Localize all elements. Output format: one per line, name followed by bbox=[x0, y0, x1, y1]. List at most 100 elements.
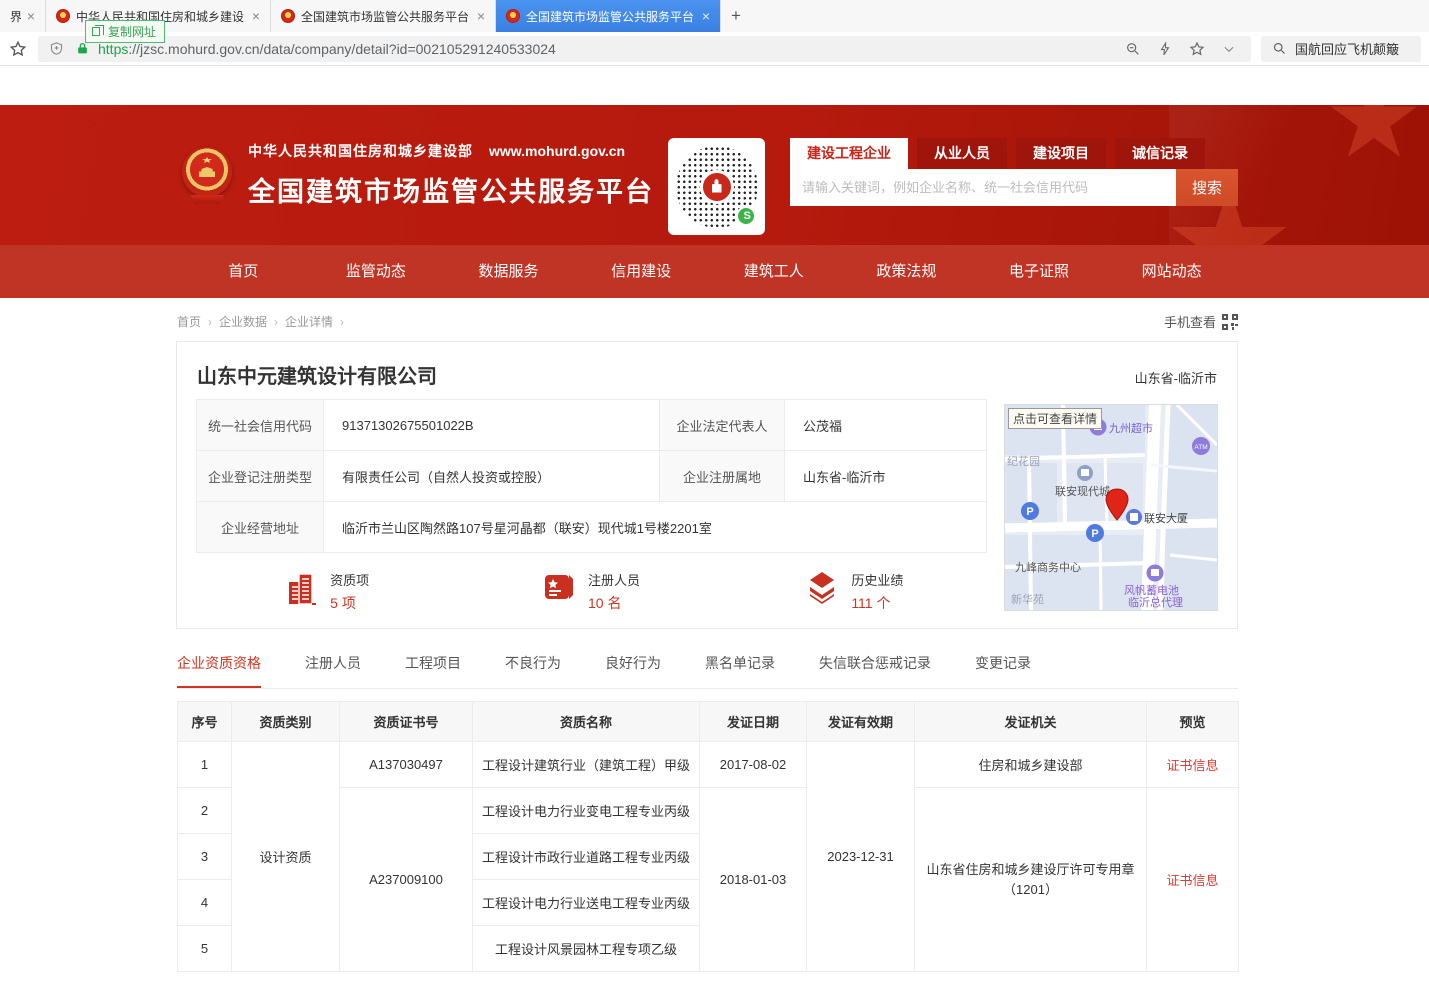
cell-category: 设计资质 bbox=[232, 742, 340, 972]
registration-type-value: 有限责任公司（自然人投资或控股） bbox=[324, 451, 660, 502]
col-cert-no: 资质证书号 bbox=[340, 702, 473, 742]
tab-favicon-icon bbox=[506, 9, 520, 23]
breadcrumb-company-detail[interactable]: 企业详情 bbox=[285, 313, 333, 330]
col-name: 资质名称 bbox=[473, 702, 700, 742]
table-row: 1 设计资质 A137030497 工程设计建筑行业（建筑工程）甲级 2017-… bbox=[178, 742, 1239, 788]
cert-info-link[interactable]: 证书信息 bbox=[1166, 758, 1218, 773]
map-label-biz-center: 九峰商务中心 bbox=[1015, 560, 1081, 574]
tab-close-icon[interactable]: × bbox=[477, 8, 485, 24]
ministry-name: 中华人民共和国住房和城乡建设部www.mohurd.gov.cn bbox=[248, 141, 654, 161]
company-stats: 资质项 5 项 注册人员 10 名 历史业绩 bbox=[196, 570, 986, 613]
company-info-table: 统一社会信用代码 91371302675501022B 企业法定代表人 公茂福 … bbox=[196, 399, 987, 553]
cell-issue-date: 2018-01-03 bbox=[700, 788, 807, 972]
shield-icon[interactable] bbox=[46, 39, 66, 59]
col-authority: 发证机关 bbox=[915, 702, 1147, 742]
business-address-value: 临沂市兰山区陶然路107号星河晶都（联安）现代城1号楼2201室 bbox=[324, 502, 987, 553]
cell-preview: 证书信息 bbox=[1147, 788, 1239, 972]
tab-blacklist[interactable]: 黑名单记录 bbox=[705, 653, 775, 688]
tab-bad-behavior[interactable]: 不良行为 bbox=[505, 653, 561, 688]
stat-value: 111 个 bbox=[851, 593, 903, 613]
nav-item-workers[interactable]: 建筑工人 bbox=[708, 245, 841, 298]
company-location-map[interactable]: 点击可查看详情 bbox=[1004, 404, 1218, 611]
favorite-star-icon[interactable] bbox=[1187, 39, 1207, 59]
lightning-icon[interactable] bbox=[1155, 39, 1175, 59]
cert-info-link[interactable]: 证书信息 bbox=[1166, 873, 1218, 888]
main-nav: 首页 监管动态 数据服务 信用建设 建筑工人 政策法规 电子证照 网站动态 bbox=[177, 245, 1238, 298]
tab-good-behavior[interactable]: 良好行为 bbox=[605, 653, 661, 688]
search-button[interactable]: 搜索 bbox=[1176, 169, 1238, 206]
browser-tab-jzsc-active[interactable]: 全国建筑市场监管公共服务平台 × bbox=[496, 0, 721, 32]
cell-authority: 山东省住房和城乡建设厅许可专用章 （1201） bbox=[915, 788, 1147, 972]
table-header-row: 序号 资质类别 资质证书号 资质名称 发证日期 发证有效期 发证机关 预览 bbox=[178, 702, 1239, 742]
map-label-supermarket: 九州超市 bbox=[1109, 421, 1153, 435]
stat-registered-personnel[interactable]: 注册人员 10 名 bbox=[459, 570, 722, 613]
info-label: 企业法定代表人 bbox=[660, 400, 785, 451]
mobile-view-label[interactable]: 手机查看 bbox=[1164, 312, 1216, 331]
breadcrumb-company-data[interactable]: 企业数据 bbox=[219, 313, 267, 330]
nav-item-credit[interactable]: 信用建设 bbox=[575, 245, 708, 298]
search-tab-enterprise[interactable]: 建设工程企业 bbox=[790, 138, 908, 169]
company-card: 山东中元建筑设计有限公司 山东省-临沂市 统一社会信用代码 9137130267… bbox=[176, 341, 1238, 629]
copy-icon bbox=[92, 27, 100, 36]
nav-item-supervision[interactable]: 监管动态 bbox=[310, 245, 443, 298]
cell-qual-name: 工程设计风景园林工程专项乙级 bbox=[473, 926, 700, 972]
stat-qualifications[interactable]: 资质项 5 项 bbox=[196, 570, 459, 613]
copy-url-tooltip: 复制网址 bbox=[85, 20, 165, 43]
url-bar[interactable]: https://jzsc.mohurd.gov.cn/data/company/… bbox=[38, 36, 1251, 62]
site-logo[interactable]: 中华人民共和国住房和城乡建设部www.mohurd.gov.cn 全国建筑市场监… bbox=[180, 141, 654, 209]
search-icon bbox=[1269, 39, 1289, 59]
info-label: 企业经营地址 bbox=[197, 502, 324, 553]
cell-preview: 证书信息 bbox=[1147, 742, 1239, 788]
nav-item-home[interactable]: 首页 bbox=[177, 245, 310, 298]
info-label: 企业登记注册类型 bbox=[197, 451, 324, 502]
new-tab-button[interactable]: + bbox=[721, 0, 751, 32]
search-tab-project[interactable]: 建设项目 bbox=[1016, 138, 1106, 169]
company-region: 山东省-临沂市 bbox=[1135, 368, 1217, 387]
cell-issue-date: 2017-08-02 bbox=[700, 742, 807, 788]
tab-qualifications[interactable]: 企业资质资格 bbox=[177, 653, 261, 688]
stat-history-performance[interactable]: 历史业绩 111 个 bbox=[723, 570, 986, 613]
qr-mini-icon[interactable] bbox=[1222, 314, 1238, 330]
cell-qual-name: 工程设计市政行业道路工程专业丙级 bbox=[473, 834, 700, 880]
search-tab-personnel[interactable]: 从业人员 bbox=[917, 138, 1007, 169]
registration-region-value: 山东省-临沂市 bbox=[785, 451, 987, 502]
cell-qual-name: 工程设计建筑行业（建筑工程）甲级 bbox=[473, 742, 700, 788]
search-tab-credit[interactable]: 诚信记录 bbox=[1115, 138, 1205, 169]
wechat-icon bbox=[736, 206, 756, 226]
bookmark-star-icon[interactable] bbox=[8, 39, 28, 59]
cell-seq: 2 bbox=[178, 788, 232, 834]
tab-close-icon[interactable]: × bbox=[702, 8, 710, 24]
header-search-panel: 建设工程企业 从业人员 建设项目 诚信记录 搜索 bbox=[790, 138, 1238, 206]
col-preview: 预览 bbox=[1147, 702, 1239, 742]
browser-tab-partial[interactable]: 界 × bbox=[0, 0, 46, 32]
map-canvas: 九州超市 ATM 纪花园 联安现代城 联安大厦 P P 九峰商务中心 bbox=[1005, 405, 1217, 610]
tab-change-records[interactable]: 变更记录 bbox=[975, 653, 1031, 688]
col-category: 资质类别 bbox=[232, 702, 340, 742]
svg-text:P: P bbox=[1026, 506, 1033, 518]
cell-seq: 1 bbox=[178, 742, 232, 788]
qr-code-icon bbox=[676, 146, 758, 228]
url-text[interactable]: https://jzsc.mohurd.gov.cn/data/company/… bbox=[98, 41, 1117, 57]
quick-search-box[interactable]: 国航回应飞机颠簸 bbox=[1261, 36, 1421, 62]
chevron-down-icon[interactable] bbox=[1219, 39, 1239, 59]
browser-tabstrip: 界 × 中华人民共和国住房和城乡建设 × 全国建筑市场监管公共服务平台 × 全国… bbox=[0, 0, 1429, 32]
nav-item-policy[interactable]: 政策法规 bbox=[840, 245, 973, 298]
breadcrumb-home[interactable]: 首页 bbox=[177, 313, 201, 330]
col-seq: 序号 bbox=[178, 702, 232, 742]
tab-projects[interactable]: 工程项目 bbox=[405, 653, 461, 688]
nav-item-e-license[interactable]: 电子证照 bbox=[973, 245, 1106, 298]
keyword-search-input[interactable] bbox=[790, 169, 1176, 206]
col-issue-date: 发证日期 bbox=[700, 702, 807, 742]
browser-tab-jzsc-1[interactable]: 全国建筑市场监管公共服务平台 × bbox=[271, 0, 496, 32]
cell-seq: 5 bbox=[178, 926, 232, 972]
cell-seq: 4 bbox=[178, 880, 232, 926]
tab-close-icon[interactable]: × bbox=[27, 8, 35, 24]
tab-dishonesty-records[interactable]: 失信联合惩戒记录 bbox=[819, 653, 931, 688]
page-top-gap bbox=[0, 66, 1429, 105]
tab-close-icon[interactable]: × bbox=[252, 8, 260, 24]
nav-item-data-service[interactable]: 数据服务 bbox=[442, 245, 575, 298]
tab-registered-personnel[interactable]: 注册人员 bbox=[305, 653, 361, 688]
zoom-out-icon[interactable] bbox=[1123, 39, 1143, 59]
nav-item-site-news[interactable]: 网站动态 bbox=[1105, 245, 1238, 298]
ministry-url: www.mohurd.gov.cn bbox=[489, 143, 625, 159]
